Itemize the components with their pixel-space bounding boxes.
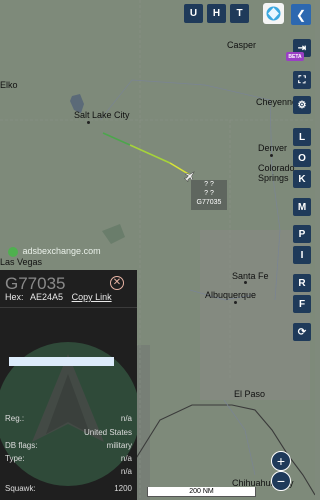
panel-divider <box>0 307 137 308</box>
aircraft-photo-placeholder <box>0 314 137 499</box>
city-dot-salt-lake-city <box>87 121 90 124</box>
aircraft-label[interactable]: ? ? ? ? G77035 <box>191 180 227 210</box>
city-label-cheyenne: Cheyenne <box>256 97 298 107</box>
collapse-sidebar-button[interactable]: ❮ <box>291 4 311 25</box>
toggle-button-f[interactable]: F <box>293 295 311 313</box>
hex-row: Hex: AE24A5 Copy Link <box>5 292 112 302</box>
toggle-button-p[interactable]: P <box>293 225 311 243</box>
settings-button[interactable]: ⚙ <box>293 96 311 114</box>
city-label-las-vegas: Las Vegas <box>0 257 43 267</box>
chevron-left-icon: ❮ <box>295 7 307 22</box>
toggle-button-o[interactable]: O <box>293 149 311 167</box>
city-dot-denver <box>270 154 273 157</box>
aircraft-info-panel: G77035 ✕ Hex: AE24A5 Copy Link Reg.: n/a… <box>0 270 137 500</box>
zoom-out-button[interactable]: − <box>271 471 291 491</box>
city-label-albuquerque: Albuquerque <box>205 290 257 300</box>
city-label-el-paso: El Paso <box>234 389 266 399</box>
city-label-santa-fe: Santa Fe <box>232 271 269 281</box>
info-value-squawk: 1200 <box>114 484 132 493</box>
fullscreen-button[interactable]: ⛶ <box>293 71 311 89</box>
info-key-db-flags: DB flags: <box>5 441 38 450</box>
watermark-text: adsbexchange.com <box>22 246 101 256</box>
info-value-type-desc: n/a <box>120 467 132 476</box>
city-label-salt-lake-city: Salt Lake City <box>74 110 130 120</box>
toggle-button-k[interactable]: K <box>293 170 311 188</box>
city-dot-albuquerque <box>234 301 237 304</box>
progress-bar <box>9 357 114 366</box>
city-label-casper: Casper <box>227 40 257 50</box>
info-value-type: n/a <box>120 454 132 463</box>
beta-badge: BETA <box>286 52 304 61</box>
info-key-type: Type: <box>5 454 25 463</box>
aircraft-label-line2: ? ? <box>204 190 214 197</box>
zoom-in-button[interactable]: + <box>271 451 291 471</box>
hex-label: Hex: <box>5 292 24 302</box>
map-layers-button[interactable] <box>263 3 284 24</box>
replay-icon: ⟳ <box>297 326 307 338</box>
city-label-denver: Denver <box>258 143 288 153</box>
close-icon[interactable]: ✕ <box>110 276 124 290</box>
gear-icon: ⚙ <box>297 99 307 111</box>
expand-icon: ⛶ <box>298 74 306 86</box>
toggle-button-t[interactable]: T <box>230 4 249 23</box>
toggle-button-m[interactable]: M <box>293 198 311 216</box>
copy-link[interactable]: Copy Link <box>72 292 112 302</box>
city-label-colorado-springs: Colorado Springs <box>258 163 295 183</box>
info-key-reg: Reg.: <box>5 414 25 423</box>
panel-callsign: G77035 <box>5 274 66 293</box>
aircraft-label-line1: ? ? <box>204 181 214 188</box>
aircraft-label-callsign: G77035 <box>196 199 222 206</box>
layers-icon <box>266 6 281 21</box>
city-dot-santa-fe <box>244 281 247 284</box>
info-value-db-flags: military <box>106 441 132 450</box>
toggle-button-u[interactable]: U <box>184 4 203 23</box>
toggle-button-l[interactable]: L <box>293 128 311 146</box>
info-key-squawk: Squawk: <box>5 484 36 493</box>
hex-value: AE24A5 <box>30 292 64 302</box>
toggle-button-h[interactable]: H <box>207 4 226 23</box>
watermark: adsbexchange.com <box>8 246 101 257</box>
info-value-country: United States <box>83 428 132 437</box>
adsbexchange-logo-icon <box>8 246 18 257</box>
toggle-button-i[interactable]: I <box>293 246 311 264</box>
city-label-elko: Elko <box>0 80 18 90</box>
info-value-reg: n/a <box>120 414 132 423</box>
toggle-button-r[interactable]: R <box>293 274 311 292</box>
replay-button[interactable]: ⟳ <box>293 323 311 341</box>
map-scale-bar: 200 NM <box>147 487 256 497</box>
